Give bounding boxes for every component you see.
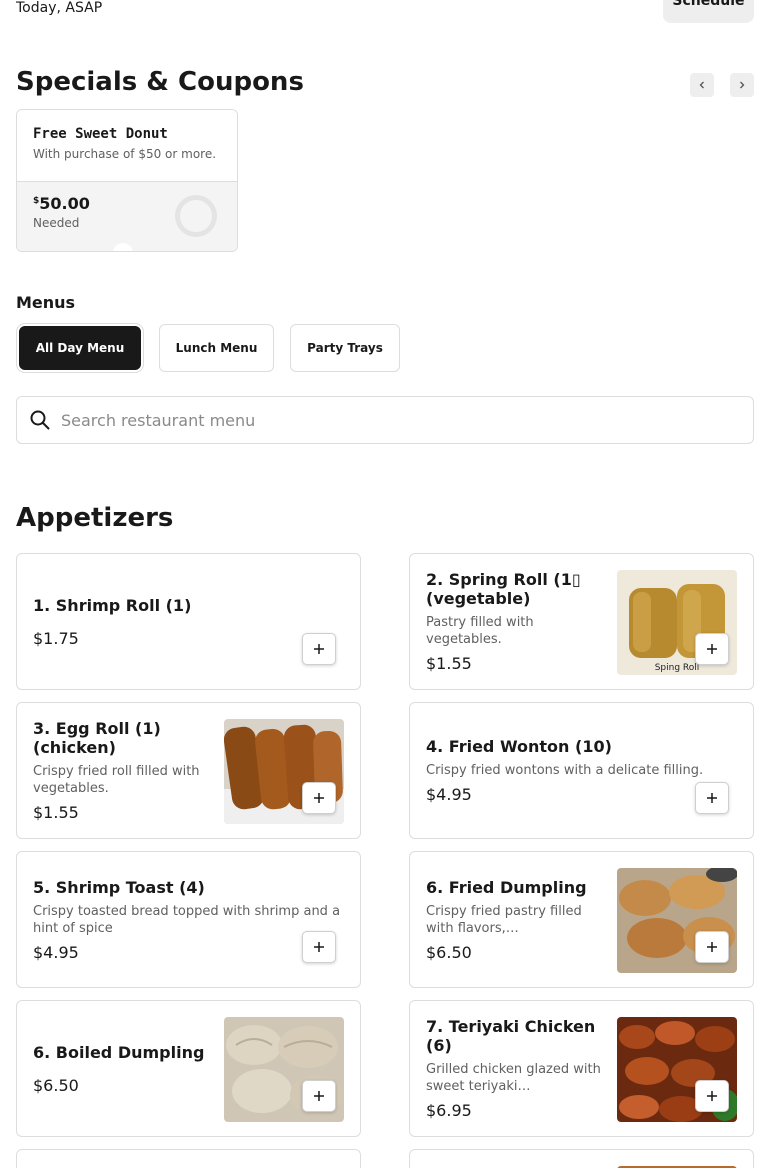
plus-icon xyxy=(314,644,324,654)
tab-all-day-menu[interactable]: All Day Menu xyxy=(19,326,141,370)
plus-icon xyxy=(314,942,324,952)
menu-item-price: $1.55 xyxy=(33,803,79,822)
menu-item-description: Crispy fried roll filled with vegetables… xyxy=(33,764,200,796)
add-to-cart-button[interactable] xyxy=(302,931,336,963)
tab-party-trays[interactable]: Party Trays xyxy=(290,324,400,372)
add-to-cart-button[interactable] xyxy=(302,1080,336,1112)
add-to-cart-button[interactable] xyxy=(302,633,336,665)
coupon-title: Free Sweet Donut xyxy=(33,126,168,142)
search-input[interactable] xyxy=(61,410,721,430)
coupon-amount-value: 50.00 xyxy=(39,194,90,213)
menu-item-name: 4. Fried Wonton (10) xyxy=(426,737,612,756)
tab-lunch-menu[interactable]: Lunch Menu xyxy=(159,324,274,372)
plus-icon xyxy=(707,1091,717,1101)
menu-search-bar[interactable] xyxy=(16,396,754,444)
add-to-cart-button[interactable] xyxy=(302,782,336,814)
search-icon xyxy=(30,410,50,430)
menu-item-name: 6. Boiled Dumpling xyxy=(33,1042,205,1062)
carousel-prev-button[interactable] xyxy=(690,73,714,97)
menu-item-price: $1.75 xyxy=(33,628,79,648)
menu-item-card[interactable]: 2. Spring Roll (1▯ (vegetable) Pastry fi… xyxy=(409,553,754,690)
delivery-time-text: Today, ASAP xyxy=(16,0,103,16)
menu-item-name: 3. Egg Roll (1) (chicken) xyxy=(33,719,161,757)
plus-icon xyxy=(314,1091,324,1101)
menu-item-name: 5. Shrimp Toast (4) xyxy=(33,877,205,897)
coupon-progress-section: $50.00 Needed xyxy=(17,182,237,251)
menu-item-card[interactable]: 1. Shrimp Roll (1) $1.75 xyxy=(16,553,361,690)
coupon-description: With purchase of $50 or more. xyxy=(33,147,217,161)
add-to-cart-button[interactable] xyxy=(695,633,729,665)
specials-title: Specials & Coupons xyxy=(16,67,304,97)
menu-item-card[interactable] xyxy=(16,1149,361,1168)
menu-item-price: $6.50 xyxy=(33,1075,79,1095)
menu-item-name: 1. Shrimp Roll (1) xyxy=(33,595,192,615)
menu-item-price: $6.50 xyxy=(426,942,472,962)
menu-item-price: $1.55 xyxy=(426,654,472,673)
menu-item-card[interactable]: 6. Fried Dumpling Crispy fried pastry fi… xyxy=(409,851,754,988)
add-to-cart-button[interactable] xyxy=(695,782,729,814)
plus-icon xyxy=(707,644,717,654)
chevron-left-icon xyxy=(699,81,704,89)
menu-item-name: 7. Teriyaki Chicken (6) xyxy=(426,1017,596,1055)
coupon-currency: $ xyxy=(33,196,40,206)
schedule-button[interactable]: Schedule xyxy=(663,0,754,23)
chevron-right-icon xyxy=(740,81,745,89)
menu-item-name: 2. Spring Roll (1▯ (vegetable) xyxy=(426,570,581,608)
add-to-cart-button[interactable] xyxy=(695,931,729,963)
menu-item-card[interactable]: 7. Teriyaki Chicken (6) Grilled chicken … xyxy=(409,1000,754,1137)
plus-icon xyxy=(707,942,717,952)
menu-item-card[interactable] xyxy=(409,1149,754,1168)
menu-item-name: 6. Fried Dumpling xyxy=(426,877,587,897)
menu-item-description: Pastry filled with vegetables. xyxy=(426,615,534,647)
menu-item-description: Crispy toasted bread topped with shrimp … xyxy=(33,903,341,936)
carousel-next-button[interactable] xyxy=(730,73,754,97)
menu-item-description: Crispy fried wontons with a delicate fil… xyxy=(426,763,704,778)
plus-icon xyxy=(314,793,324,803)
image-caption: Sping Roll xyxy=(655,663,700,673)
menu-item-card[interactable]: 4. Fried Wonton (10) Crispy fried wonton… xyxy=(409,702,754,839)
menu-item-card[interactable]: 6. Boiled Dumpling $6.50 xyxy=(16,1000,361,1137)
menu-item-card[interactable]: 3. Egg Roll (1) (chicken) Crispy fried r… xyxy=(16,702,361,839)
coupon-header: Free Sweet Donut With purchase of $50 or… xyxy=(17,110,237,182)
menu-item-card[interactable]: 5. Shrimp Toast (4) Crispy toasted bread… xyxy=(16,851,361,988)
add-to-cart-button[interactable] xyxy=(695,1080,729,1112)
menu-item-price: $4.95 xyxy=(426,785,472,804)
appetizers-title: Appetizers xyxy=(16,503,174,533)
coupon-progress-ring xyxy=(175,195,217,237)
menu-item-description: Grilled chicken glazed with sweet teriya… xyxy=(426,1062,601,1094)
menu-item-description: Crispy fried pastry filled with flavors,… xyxy=(426,903,582,936)
menu-item-price: $4.95 xyxy=(33,942,79,962)
coupon-card[interactable]: Free Sweet Donut With purchase of $50 or… xyxy=(16,109,238,252)
menu-item-price: $6.95 xyxy=(426,1101,472,1120)
plus-icon xyxy=(707,793,717,803)
menus-label: Menus xyxy=(16,293,76,312)
